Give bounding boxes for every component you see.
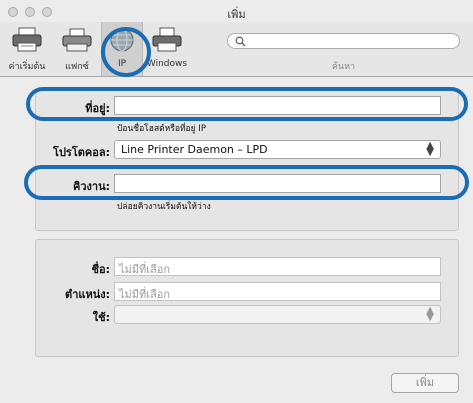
queue-hint: ปล่อยคิวงานเริ่มต้นให้ว่าง bbox=[117, 202, 211, 212]
toolbar-default-button[interactable]: ค่าเริ่มต้น bbox=[2, 22, 52, 76]
windows-printer-icon bbox=[152, 27, 182, 52]
highlight-ring-address bbox=[26, 87, 468, 121]
use-select[interactable]: ▲ ▼ bbox=[114, 305, 441, 324]
protocol-select[interactable]: Line Printer Daemon – LPD ▲ ▼ bbox=[114, 140, 441, 159]
location-field[interactable]: ไม่มีที่เลือก bbox=[114, 282, 441, 301]
name-field[interactable]: ไม่มีที่เลือก bbox=[114, 257, 441, 276]
add-printer-window: เพิ่ม ค่าเริ่มต้น แฟกซ์ IP Windows ค้นหา… bbox=[0, 0, 473, 403]
fax-printer-icon bbox=[62, 28, 92, 52]
search-label: ค้นหา bbox=[331, 62, 356, 72]
protocol-label: โปรโตคอล: bbox=[53, 146, 110, 159]
toolbar-fax-button[interactable]: แฟกซ์ bbox=[54, 22, 100, 76]
highlight-ring-queue bbox=[24, 165, 469, 200]
select-arrows-icon: ▲ ▼ bbox=[426, 140, 434, 158]
search-icon bbox=[235, 36, 246, 47]
toolbar-fax-label: แฟกซ์ bbox=[65, 62, 89, 72]
location-label: ตำแหน่ง: bbox=[65, 288, 110, 301]
search-input[interactable] bbox=[248, 34, 452, 50]
use-label: ใช้: bbox=[92, 311, 110, 324]
search-field[interactable] bbox=[227, 33, 460, 50]
select-arrows-icon: ▲ ▼ bbox=[426, 305, 434, 323]
window-title: เพิ่ม bbox=[227, 8, 246, 21]
toolbar: ค่าเริ่มต้น แฟกซ์ IP Windows ค้นหา bbox=[0, 22, 473, 77]
highlight-ring-ip bbox=[101, 27, 151, 77]
printer-icon bbox=[12, 27, 42, 52]
add-button[interactable]: เพิ่ม bbox=[391, 373, 459, 393]
title-bar: เพิ่ม bbox=[0, 0, 473, 24]
address-hint: ป้อนชื่อโฮสต์หรือที่อยู่ IP bbox=[117, 124, 206, 134]
location-placeholder: ไม่มีที่เลือก bbox=[119, 288, 171, 301]
name-placeholder: ไม่มีที่เลือก bbox=[119, 263, 171, 276]
protocol-value: Line Printer Daemon – LPD bbox=[121, 143, 268, 156]
name-label: ชื่อ: bbox=[91, 263, 110, 276]
toolbar-default-label: ค่าเริ่มต้น bbox=[8, 62, 46, 72]
